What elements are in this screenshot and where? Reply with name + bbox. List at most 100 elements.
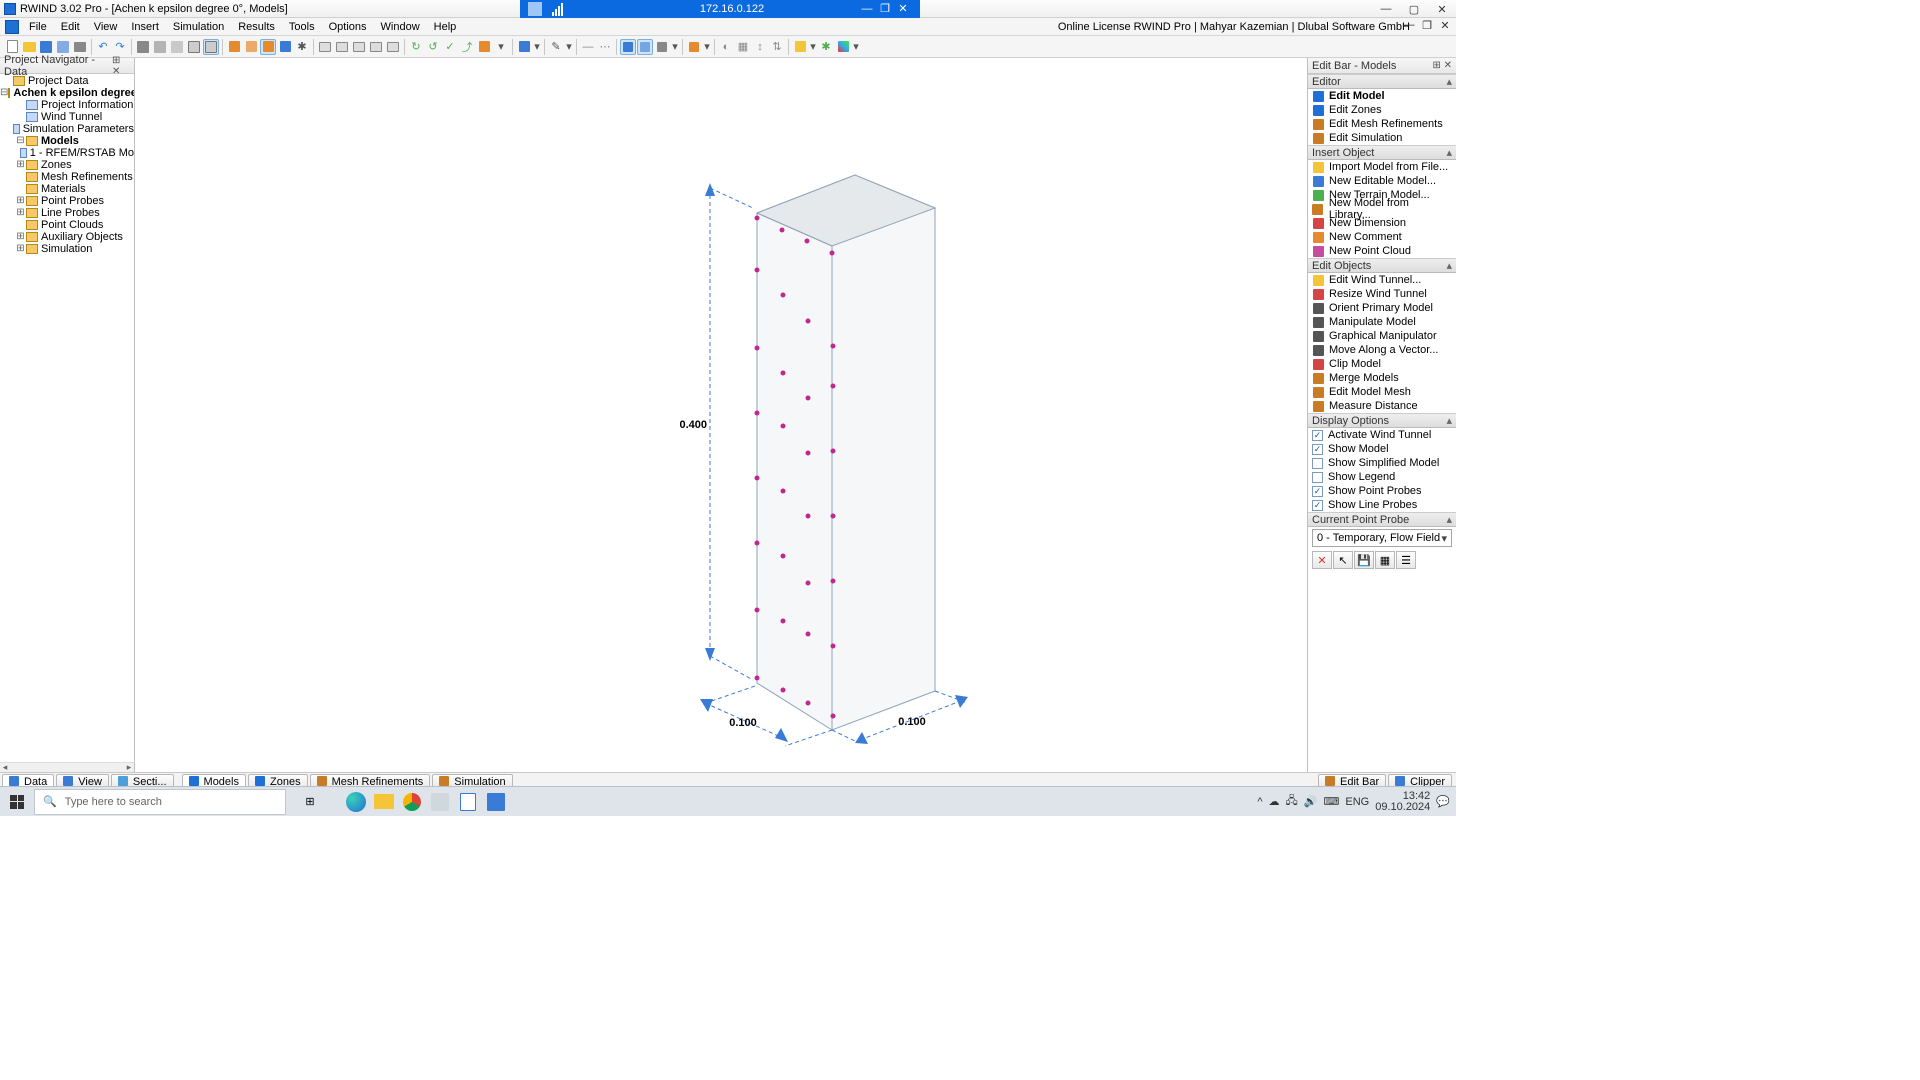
editbar-item[interactable]: Move Along a Vector... xyxy=(1308,343,1456,357)
editbar-item[interactable]: Edit Wind Tunnel... xyxy=(1308,273,1456,287)
tb-r6[interactable]: ▾ xyxy=(493,39,509,55)
mdi-restore[interactable]: ❐ xyxy=(1420,19,1434,32)
tb-saveas[interactable] xyxy=(55,39,71,55)
editbar-check[interactable]: Show Simplified Model xyxy=(1308,456,1456,470)
tb-v2[interactable] xyxy=(334,39,350,55)
menu-results[interactable]: Results xyxy=(231,21,282,33)
probe-grid[interactable]: ▦ xyxy=(1375,551,1395,569)
tb-s3[interactable] xyxy=(654,39,670,55)
pin-icon[interactable] xyxy=(528,2,542,16)
tb-p1[interactable] xyxy=(686,39,702,55)
probe-combo[interactable]: 0 - Temporary, Flow Field ▾ xyxy=(1312,529,1452,547)
maximize-button[interactable]: ▢ xyxy=(1400,0,1428,18)
menu-tools[interactable]: Tools xyxy=(282,21,322,33)
tb-r1[interactable]: ↻ xyxy=(408,39,424,55)
menu-window[interactable]: Window xyxy=(374,21,427,33)
tb-m2[interactable]: ✱ xyxy=(818,39,834,55)
editbar-item[interactable]: Graphical Manipulator xyxy=(1308,329,1456,343)
rdp-connection-bar[interactable]: 172.16.0.122 — ❐ ✕ xyxy=(520,0,920,18)
tb-grid5[interactable] xyxy=(203,39,219,55)
tb-e1[interactable]: ✎ xyxy=(548,39,564,55)
tray-chevron-icon[interactable]: ^ xyxy=(1257,796,1262,808)
tree-node[interactable]: Project Data xyxy=(0,75,134,87)
tb-x4[interactable]: ⇅ xyxy=(769,39,785,55)
tb-new[interactable] xyxy=(4,39,20,55)
task-view-icon[interactable]: ⊞ xyxy=(296,787,324,817)
tb-v1[interactable] xyxy=(317,39,333,55)
tb-x2[interactable]: ▦ xyxy=(735,39,751,55)
mdi-close[interactable]: ✕ xyxy=(1438,19,1452,32)
tb-r4[interactable]: ⤴ xyxy=(459,39,475,55)
tb-gear[interactable]: ✱ xyxy=(294,39,310,55)
menu-options[interactable]: Options xyxy=(322,21,374,33)
tree-node[interactable]: Simulation Parameters xyxy=(0,123,134,135)
editbar-item[interactable]: Edit Mesh Refinements xyxy=(1308,117,1456,131)
tb-l1[interactable]: — xyxy=(580,39,596,55)
tb-grid1[interactable] xyxy=(135,39,151,55)
editbar-check[interactable]: ✓Show Point Probes xyxy=(1308,484,1456,498)
editbar-item[interactable]: New Editable Model... xyxy=(1308,174,1456,188)
tb-grid2[interactable] xyxy=(152,39,168,55)
app-menu-icon[interactable] xyxy=(5,20,19,34)
editbar-item[interactable]: New Model from Library... xyxy=(1308,202,1456,216)
tree-node[interactable]: Point Clouds xyxy=(0,219,134,231)
tb-l2[interactable]: ⋯ xyxy=(597,39,613,55)
tree-node[interactable]: ⊟Models xyxy=(0,135,134,147)
tb-app3[interactable] xyxy=(482,787,510,817)
conn-restore[interactable]: ❐ xyxy=(876,2,894,15)
close-button[interactable]: ✕ xyxy=(1428,0,1456,18)
tb-s2[interactable] xyxy=(637,39,653,55)
tb-e1d[interactable]: ▾ xyxy=(565,39,573,55)
tree-node[interactable]: 1 - RFEM/RSTAB Mo xyxy=(0,147,134,159)
tb-save[interactable] xyxy=(38,39,54,55)
tb-chrome[interactable] xyxy=(398,787,426,817)
tb-grid4[interactable] xyxy=(186,39,202,55)
tb-cube3[interactable] xyxy=(260,39,276,55)
tb-r5[interactable] xyxy=(476,39,492,55)
tree-node[interactable]: Project Information xyxy=(0,99,134,111)
tb-m1[interactable] xyxy=(792,39,808,55)
probe-delete[interactable]: ✕ xyxy=(1312,551,1332,569)
editbar-item[interactable]: New Comment xyxy=(1308,230,1456,244)
tb-x3[interactable]: ↕ xyxy=(752,39,768,55)
tree-node[interactable]: Materials xyxy=(0,183,134,195)
start-button[interactable] xyxy=(0,787,34,817)
tb-v5[interactable] xyxy=(385,39,401,55)
tb-app1[interactable] xyxy=(426,787,454,817)
tb-p1d[interactable]: ▾ xyxy=(703,39,711,55)
tray-notifications-icon[interactable]: 💬 xyxy=(1436,795,1450,808)
tb-explorer[interactable] xyxy=(370,787,398,817)
tree-node[interactable]: Wind Tunnel xyxy=(0,111,134,123)
menu-view[interactable]: View xyxy=(87,21,125,33)
tb-cube2[interactable] xyxy=(243,39,259,55)
editbar-check[interactable]: ✓Activate Wind Tunnel xyxy=(1308,428,1456,442)
tb-cube4[interactable] xyxy=(277,39,293,55)
tb-s3d[interactable]: ▾ xyxy=(671,39,679,55)
tb-s1[interactable] xyxy=(620,39,636,55)
nav-tree[interactable]: Project Data⊟Achen k epsilon degreeProje… xyxy=(0,74,134,762)
editbar-item[interactable]: Edit Model xyxy=(1308,89,1456,103)
tray-network-icon[interactable]: 🖧 xyxy=(1286,792,1298,811)
editbar-item[interactable]: New Point Cloud xyxy=(1308,244,1456,258)
tb-edge[interactable] xyxy=(342,787,370,817)
tray-lang[interactable]: ENG xyxy=(1345,796,1369,808)
tree-node[interactable]: ⊞Zones xyxy=(0,159,134,171)
tray-cloud-icon[interactable]: ☁ xyxy=(1269,795,1280,808)
tb-redo[interactable]: ↷ xyxy=(112,39,128,55)
tb-v4[interactable] xyxy=(368,39,384,55)
editbar-pin-icon[interactable]: ⊞ ✕ xyxy=(1432,60,1452,71)
editbar-item[interactable]: Resize Wind Tunnel xyxy=(1308,287,1456,301)
tree-node[interactable]: ⊞Line Probes xyxy=(0,207,134,219)
menu-file[interactable]: File xyxy=(22,21,54,33)
editbar-item[interactable]: Clip Model xyxy=(1308,357,1456,371)
editbar-check[interactable]: ✓Show Line Probes xyxy=(1308,498,1456,512)
tb-grid3[interactable] xyxy=(169,39,185,55)
editbar-check[interactable]: ✓Show Model xyxy=(1308,442,1456,456)
tree-node[interactable]: ⊞Point Probes xyxy=(0,195,134,207)
taskbar-search[interactable]: 🔍 Type here to search xyxy=(34,789,286,815)
tb-m3d[interactable]: ▾ xyxy=(852,39,860,55)
minimize-button[interactable]: — xyxy=(1372,0,1400,18)
editbar-check[interactable]: Show Legend xyxy=(1308,470,1456,484)
conn-minimize[interactable]: — xyxy=(858,3,876,15)
editbar-item[interactable]: Edit Zones xyxy=(1308,103,1456,117)
